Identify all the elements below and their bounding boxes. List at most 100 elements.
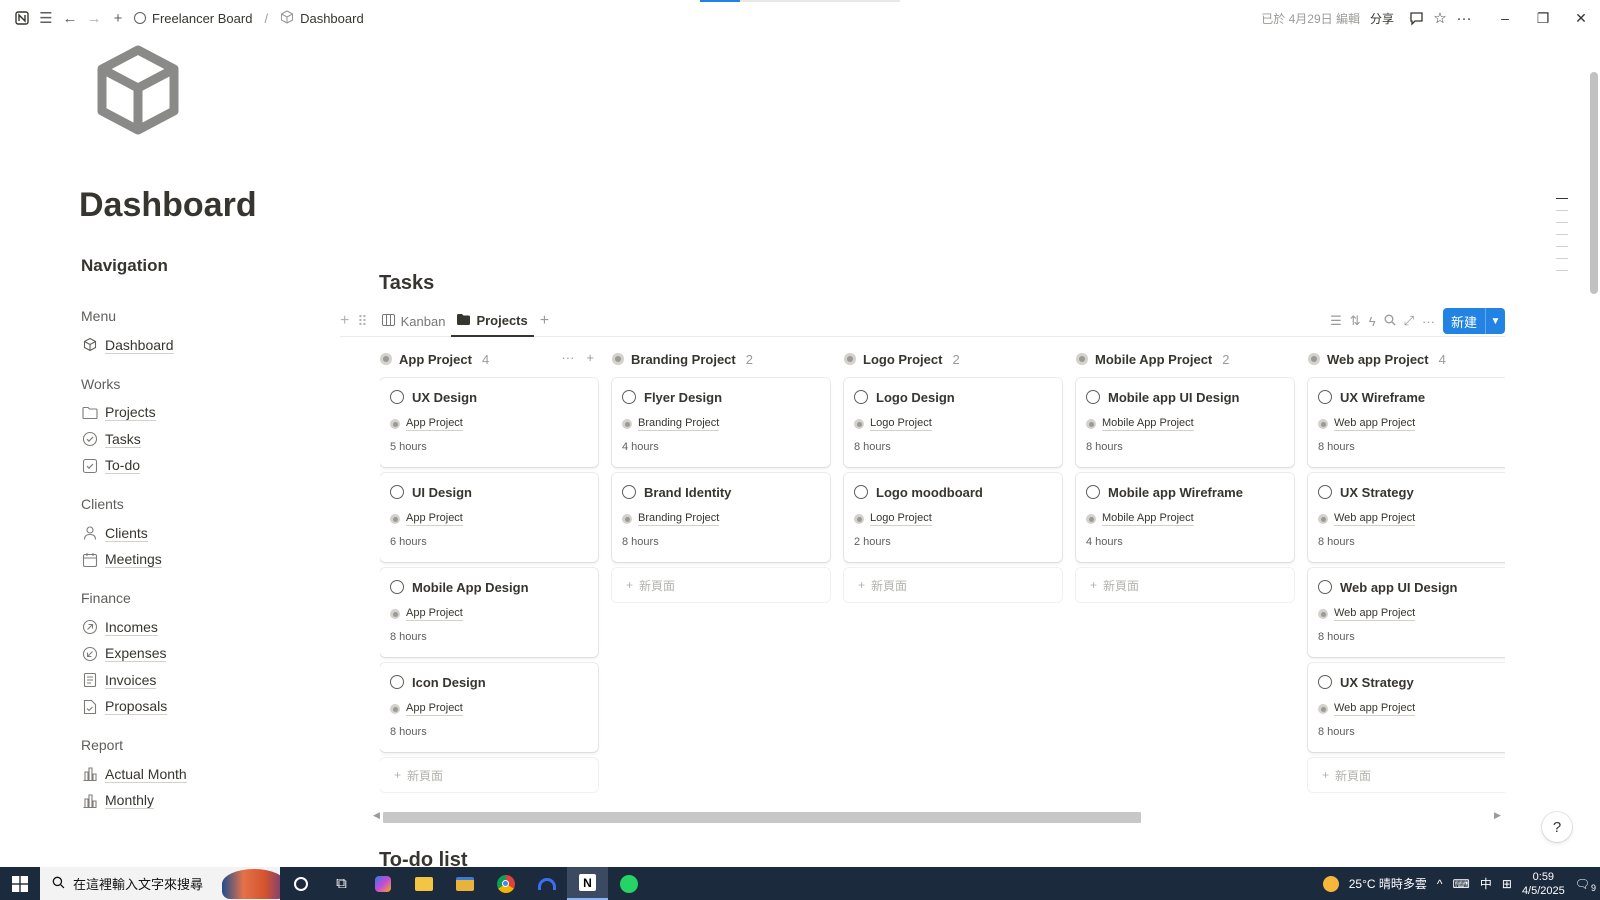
task-card[interactable]: Flyer Design Branding Project 4 hours	[612, 378, 830, 467]
star-icon[interactable]: ☆	[1428, 6, 1452, 30]
page-cube-icon[interactable]	[90, 42, 186, 138]
share-button[interactable]: 分享	[1370, 10, 1394, 27]
new-card-button[interactable]: + 新頁面	[380, 758, 598, 792]
keyboard-icon[interactable]: ⌨	[1453, 877, 1470, 891]
restore-icon[interactable]: ❐	[1524, 0, 1562, 36]
windows-start-icon[interactable]	[0, 867, 40, 900]
forward-arrow-icon[interactable]: →	[82, 6, 106, 30]
new-card-button[interactable]: + 新頁面	[612, 568, 830, 602]
whatsapp-icon[interactable]	[608, 867, 649, 900]
task-card[interactable]: UX Design App Project 5 hours	[380, 378, 598, 467]
task-card[interactable]: Mobile App Design App Project 8 hours	[380, 568, 598, 657]
sidebar-item-clients[interactable]: Clients	[81, 520, 331, 547]
toc-marker[interactable]	[1556, 222, 1568, 223]
sidebar-item-monthly[interactable]: Monthly	[81, 788, 331, 815]
task-card[interactable]: Mobile app Wireframe Mobile App Project 4 …	[1076, 473, 1294, 562]
card-project-relation[interactable]: Logo Project	[870, 512, 932, 526]
toc-marker[interactable]	[1556, 258, 1568, 259]
task-card[interactable]: UI Design App Project 6 hours	[380, 473, 598, 562]
scroll-left-arrow-icon[interactable]: ◀	[373, 810, 380, 821]
ime-indicator[interactable]: 中	[1480, 875, 1492, 892]
card-project-relation[interactable]: Mobile App Project	[1102, 512, 1194, 526]
taskbar-search-box[interactable]: 在這裡輸入文字來搜尋	[40, 867, 280, 900]
card-project-relation[interactable]: App Project	[406, 512, 463, 526]
horizontal-scrollbar[interactable]	[383, 812, 1141, 823]
add-view-plus-icon[interactable]: +	[540, 312, 549, 330]
clock[interactable]: 0:59 4/5/2025	[1522, 870, 1565, 898]
close-icon[interactable]: ✕	[1562, 0, 1600, 36]
task-status-circle-icon[interactable]	[1086, 485, 1100, 499]
column-header[interactable]: App Project 4 ··· +	[380, 348, 598, 370]
column-header[interactable]: Web app Project 4	[1308, 348, 1505, 370]
more-icon[interactable]: ···	[1452, 6, 1476, 30]
add-block-plus-icon[interactable]: +	[340, 312, 349, 330]
breadcrumb-page[interactable]: Dashboard	[300, 11, 364, 26]
card-project-relation[interactable]: Branding Project	[638, 417, 720, 431]
task-status-circle-icon[interactable]	[1318, 390, 1332, 404]
toc-marker[interactable]	[1556, 234, 1568, 235]
ime-mode-icon[interactable]: ⊞	[1502, 877, 1512, 891]
task-status-circle-icon[interactable]	[390, 485, 404, 499]
sidebar-item-expenses[interactable]: Expenses	[81, 641, 331, 668]
toc-marker[interactable]	[1556, 270, 1568, 271]
tab-kanban[interactable]: Kanban	[376, 305, 452, 337]
comment-icon[interactable]	[1404, 6, 1428, 30]
task-status-circle-icon[interactable]	[1086, 390, 1100, 404]
copilot-icon[interactable]	[362, 867, 403, 900]
new-button-label[interactable]: 新建	[1443, 308, 1485, 334]
sort-icon[interactable]: ⇅	[1350, 313, 1361, 329]
sidebar-item-invoices[interactable]: Invoices	[81, 667, 331, 694]
tab-projects[interactable]: Projects	[451, 305, 534, 337]
task-status-circle-icon[interactable]	[390, 580, 404, 594]
file-explorer-icon[interactable]	[403, 867, 444, 900]
task-status-circle-icon[interactable]	[390, 390, 404, 404]
toc-marker-active[interactable]	[1556, 198, 1568, 199]
cortana-icon[interactable]	[280, 867, 321, 900]
notification-center-icon[interactable]: 🗨 9	[1575, 877, 1596, 893]
task-card[interactable]: UX Wireframe Web app Project 8 hours	[1308, 378, 1505, 467]
page-title[interactable]: Dashboard	[79, 186, 257, 225]
task-card[interactable]: Mobile app UI Design Mobile App Project 8 …	[1076, 378, 1294, 467]
notion-app-icon[interactable]: N	[567, 867, 608, 900]
column-more-icon[interactable]: ···	[561, 350, 574, 365]
notion-logo-icon[interactable]	[10, 6, 34, 30]
help-icon[interactable]: ?	[1542, 812, 1572, 842]
expand-icon[interactable]: ⤢	[1404, 313, 1414, 329]
sidebar-item-projects[interactable]: Projects	[81, 400, 331, 427]
card-project-relation[interactable]: App Project	[406, 417, 463, 431]
new-card-button[interactable]: + 新頁面	[1076, 568, 1294, 602]
card-project-relation[interactable]: Branding Project	[638, 512, 720, 526]
card-project-relation[interactable]: Mobile App Project	[1102, 417, 1194, 431]
task-card[interactable]: Logo moodboard Logo Project 2 hours	[844, 473, 1062, 562]
arc-browser-icon[interactable]	[526, 867, 567, 900]
sidebar-item-proposals[interactable]: Proposals	[81, 694, 331, 721]
new-page-plus-icon[interactable]: +	[106, 6, 130, 30]
task-status-circle-icon[interactable]	[854, 485, 868, 499]
new-button[interactable]: 新建 ▼	[1442, 308, 1505, 334]
new-card-button[interactable]: + 新頁面	[1308, 758, 1505, 792]
vertical-scrollbar[interactable]	[1590, 72, 1598, 294]
view-options-more-icon[interactable]: ···	[1422, 314, 1435, 329]
card-project-relation[interactable]: App Project	[406, 702, 463, 716]
tray-chevron-up-icon[interactable]: ^	[1437, 877, 1443, 891]
drag-handle-icon[interactable]: ⠿	[357, 313, 367, 330]
column-header[interactable]: Mobile App Project 2	[1076, 348, 1294, 370]
chrome-icon[interactable]	[485, 867, 526, 900]
task-status-circle-icon[interactable]	[622, 485, 636, 499]
task-status-circle-icon[interactable]	[622, 390, 636, 404]
column-add-plus-icon[interactable]: +	[586, 350, 594, 365]
search-icon[interactable]	[1384, 314, 1396, 329]
chevron-down-icon[interactable]: ▼	[1485, 308, 1505, 334]
scroll-right-arrow-icon[interactable]: ▶	[1494, 810, 1501, 821]
task-card[interactable]: Brand Identity Branding Project 8 hours	[612, 473, 830, 562]
automation-lightning-icon[interactable]: ϟ	[1369, 314, 1376, 329]
task-view-icon[interactable]: ⧉	[321, 867, 362, 900]
task-card[interactable]: UX Strategy Web app Project 8 hours	[1308, 663, 1505, 752]
task-status-circle-icon[interactable]	[1318, 675, 1332, 689]
task-status-circle-icon[interactable]	[390, 675, 404, 689]
weather-text[interactable]: 25°C 晴時多雲	[1349, 875, 1427, 892]
task-card[interactable]: Icon Design App Project 8 hours	[380, 663, 598, 752]
task-status-circle-icon[interactable]	[1318, 580, 1332, 594]
task-status-circle-icon[interactable]	[1318, 485, 1332, 499]
card-project-relation[interactable]: Web app Project	[1334, 512, 1416, 526]
